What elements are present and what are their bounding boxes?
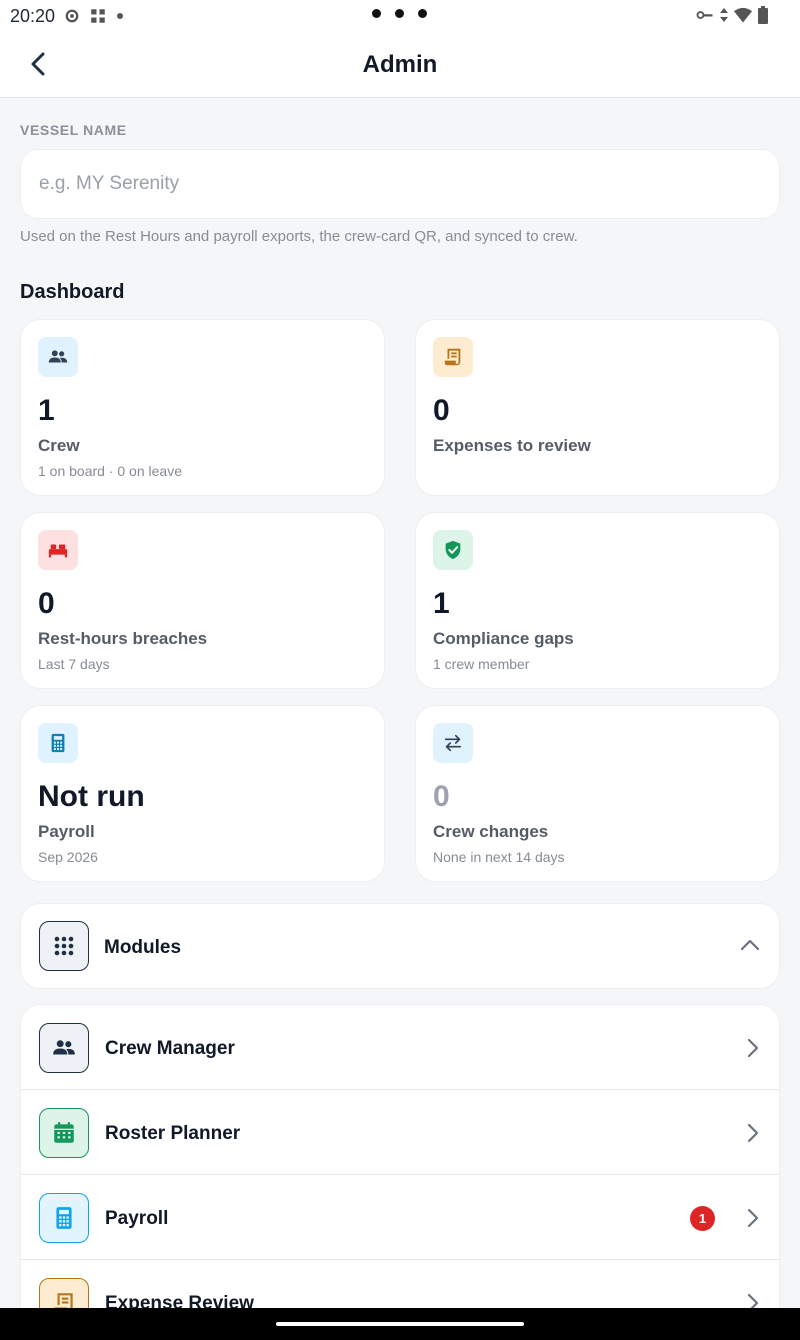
admin-content[interactable]: VESSEL NAME Used on the Rest Hours and p… — [0, 98, 800, 1308]
module-label: Payroll — [105, 1208, 169, 1229]
modules-label: Modules — [104, 937, 182, 958]
dot-status-icon — [117, 13, 124, 19]
crew-icon — [38, 337, 78, 377]
crew-label: Crew — [38, 436, 80, 455]
modules-list: Crew Manager Roster Planner Payroll 1 Ex… — [20, 1004, 780, 1308]
crew-changes-label: Crew changes — [433, 822, 549, 841]
payroll-badge: 1 — [690, 1206, 715, 1231]
payroll-status: Not run — [38, 780, 145, 813]
crew-changes-card[interactable]: 0 Crew changes None in next 14 days — [415, 705, 780, 882]
crew-card[interactable]: 1 Crew 1 on board · 0 on leave — [20, 319, 385, 496]
compliance-count: 1 — [433, 587, 450, 620]
receipt-icon — [39, 1278, 89, 1308]
expenses-count: 0 — [433, 394, 450, 427]
calculator-icon — [38, 723, 78, 763]
receipt-icon — [433, 337, 473, 377]
page-title: Admin — [362, 50, 438, 78]
expenses-card[interactable]: 0 Expenses to review — [415, 319, 780, 496]
system-nav-bar — [0, 1308, 800, 1340]
swap-arrows-icon — [433, 723, 473, 763]
module-expense-review[interactable]: Expense Review — [21, 1260, 779, 1308]
chevron-left-icon — [31, 52, 45, 76]
home-gesture-handle[interactable] — [276, 1322, 524, 1326]
chevron-right-icon — [747, 1208, 759, 1228]
back-button[interactable] — [22, 48, 54, 80]
chevron-right-icon — [747, 1123, 759, 1143]
module-roster-planner[interactable]: Roster Planner — [21, 1090, 779, 1175]
module-label: Expense Review — [105, 1293, 254, 1308]
vessel-name-input[interactable] — [20, 149, 780, 219]
rest-breaches-sub: Last 7 days — [38, 656, 110, 672]
chevron-right-icon — [747, 1293, 759, 1308]
data-arrows-icon — [720, 8, 728, 22]
payroll-sub: Sep 2026 — [38, 849, 98, 865]
settings-status-icon — [65, 9, 79, 23]
vessel-name-hint: Used on the Rest Hours and payroll expor… — [20, 228, 578, 245]
app-header: Admin — [0, 32, 800, 98]
grid-status-icon — [91, 9, 105, 23]
apps-grid-icon — [39, 921, 89, 971]
modules-toggle[interactable]: Modules — [20, 903, 780, 989]
shield-check-icon — [433, 530, 473, 570]
bed-icon — [38, 530, 78, 570]
module-label: Crew Manager — [105, 1038, 235, 1059]
compliance-card[interactable]: 1 Compliance gaps 1 crew member — [415, 512, 780, 689]
calculator-icon — [39, 1193, 89, 1243]
expenses-label: Expenses to review — [433, 436, 591, 455]
rest-hours-card[interactable]: 0 Rest-hours breaches Last 7 days — [20, 512, 385, 689]
crew-sub: 1 on board · 0 on leave — [38, 463, 182, 479]
status-system-icons — [696, 6, 768, 24]
crew-changes-count: 0 — [433, 780, 450, 813]
module-crew-manager[interactable]: Crew Manager — [21, 1005, 779, 1090]
chevron-right-icon — [747, 1038, 759, 1058]
battery-icon — [758, 6, 768, 24]
rest-breaches-count: 0 — [38, 587, 55, 620]
status-time: 20:20 — [10, 5, 56, 26]
vpn-key-icon — [696, 11, 713, 19]
wifi-icon — [734, 7, 752, 23]
crew-changes-sub: None in next 14 days — [433, 849, 565, 865]
crew-icon — [39, 1023, 89, 1073]
chevron-up-icon — [740, 939, 760, 951]
payroll-card[interactable]: Not run Payroll Sep 2026 — [20, 705, 385, 882]
vessel-name-label: VESSEL NAME — [20, 122, 127, 138]
camera-cutout-dots — [372, 9, 427, 18]
module-label: Roster Planner — [105, 1123, 241, 1144]
calendar-icon — [39, 1108, 89, 1158]
compliance-sub: 1 crew member — [433, 656, 530, 672]
payroll-label: Payroll — [38, 822, 95, 841]
dashboard-title: Dashboard — [20, 281, 125, 303]
status-bar: 20:20 — [0, 0, 800, 32]
status-notification-icons — [63, 7, 125, 25]
rest-breaches-label: Rest-hours breaches — [38, 629, 208, 648]
compliance-label: Compliance gaps — [433, 629, 574, 648]
module-payroll[interactable]: Payroll 1 — [21, 1175, 779, 1260]
crew-count: 1 — [38, 394, 55, 427]
